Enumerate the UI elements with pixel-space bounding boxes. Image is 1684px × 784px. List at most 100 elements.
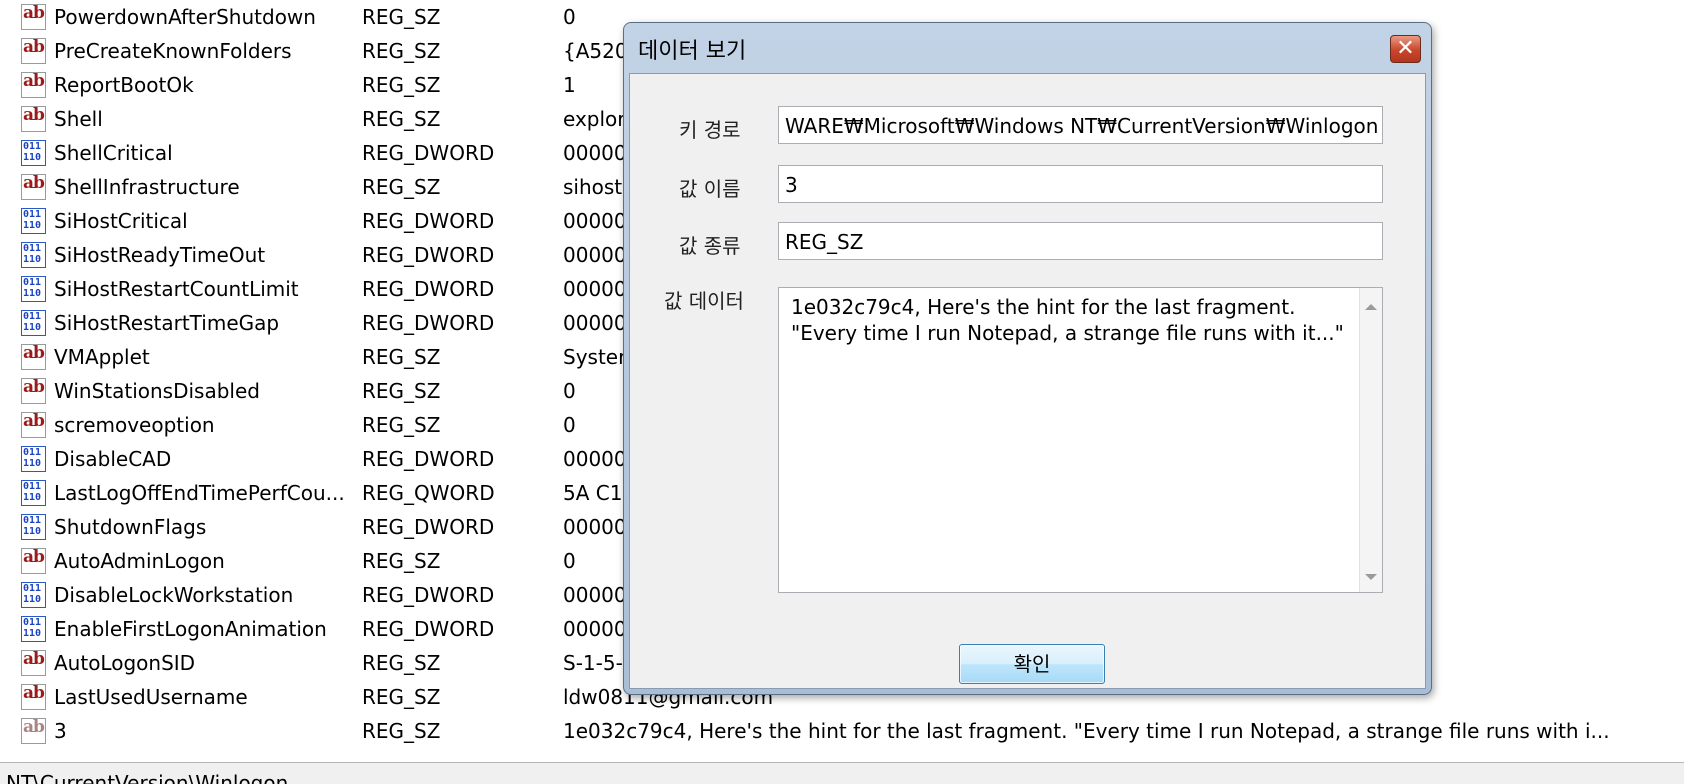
value-name: LastLogOffEndTimePerfCou... xyxy=(54,481,345,505)
string-icon: ab xyxy=(21,717,46,744)
value-type: REG_SZ xyxy=(362,107,441,131)
value-data-textarea[interactable]: 1e032c79c4, Here's the hint for the last… xyxy=(778,287,1383,593)
value-type: REG_DWORD xyxy=(362,277,495,301)
value-type: REG_SZ xyxy=(362,73,441,97)
view-data-dialog: 데이터 보기 ✕ 키 경로 WARE₩Microsoft₩Windows NT₩… xyxy=(623,22,1432,695)
value-data-scrollbar[interactable] xyxy=(1359,288,1382,592)
value-type: REG_DWORD xyxy=(362,617,495,641)
string-icon: ab xyxy=(21,683,46,710)
value-type-text: REG_SZ xyxy=(785,230,864,254)
value-data: 0 xyxy=(563,5,576,29)
value-data: sihost xyxy=(563,175,623,199)
dialog-body: 키 경로 WARE₩Microsoft₩Windows NT₩CurrentVe… xyxy=(629,73,1426,689)
value-data: 00000 xyxy=(563,311,627,335)
binary-icon: 011 110 xyxy=(21,242,46,268)
value-type: REG_DWORD xyxy=(362,243,495,267)
binary-icon: 011 110 xyxy=(21,582,46,608)
value-name: VMApplet xyxy=(54,345,150,369)
value-type: REG_SZ xyxy=(362,5,441,29)
string-icon: ab xyxy=(21,649,46,676)
value-type: REG_SZ xyxy=(362,685,441,709)
binary-icon: 011 110 xyxy=(21,276,46,302)
value-type: REG_QWORD xyxy=(362,481,495,505)
value-data: 00000 xyxy=(563,515,627,539)
value-type: REG_DWORD xyxy=(362,141,495,165)
dialog-titlebar[interactable]: 데이터 보기 ✕ xyxy=(624,23,1431,73)
screen: ab PowerdownAfterShutdown REG_SZ 0 ab PreCrea… xyxy=(0,0,1684,784)
value-name: WinStationsDisabled xyxy=(54,379,260,403)
value-type: REG_DWORD xyxy=(362,311,495,335)
value-name: ReportBootOk xyxy=(54,73,194,97)
value-name-field[interactable]: 3 xyxy=(778,165,1383,203)
value-name: DisableCAD xyxy=(54,447,172,471)
value-name: SiHostRestartTimeGap xyxy=(54,311,280,335)
value-data: 0 xyxy=(563,549,576,573)
value-type: REG_SZ xyxy=(362,39,441,63)
key-path-field[interactable]: WARE₩Microsoft₩Windows NT₩CurrentVersion… xyxy=(778,106,1383,144)
binary-icon: 011 110 xyxy=(21,208,46,234)
binary-icon: 011 110 xyxy=(21,616,46,642)
value-data: 0 xyxy=(563,413,576,437)
value-name: SiHostCritical xyxy=(54,209,188,233)
value-name: SiHostReadyTimeOut xyxy=(54,243,266,267)
status-bar: NT\CurrentVersion\Winlogon xyxy=(0,762,1684,784)
value-name: scremoveoption xyxy=(54,413,215,437)
value-type: REG_SZ xyxy=(362,379,441,403)
value-name: AutoLogonSID xyxy=(54,651,196,675)
value-name: ShellInfrastructure xyxy=(54,175,240,199)
binary-icon: 011 110 xyxy=(21,310,46,336)
string-icon: ab xyxy=(21,173,46,200)
value-type: REG_SZ xyxy=(362,549,441,573)
key-path-text: WARE₩Microsoft₩Windows NT₩CurrentVersion… xyxy=(785,114,1379,138)
value-type: REG_DWORD xyxy=(362,447,495,471)
string-icon: ab xyxy=(21,343,46,370)
string-icon: ab xyxy=(21,377,46,404)
value-data: 1e032c79c4, Here's the hint for the last… xyxy=(563,719,1610,743)
value-type-label: 값 종류 xyxy=(679,234,741,258)
close-icon: ✕ xyxy=(1396,36,1415,61)
value-type: REG_SZ xyxy=(362,345,441,369)
value-data: 00000 xyxy=(563,617,627,641)
value-name: DisableLockWorkstation xyxy=(54,583,294,607)
value-data: {A520 xyxy=(563,39,628,63)
value-type-field[interactable]: REG_SZ xyxy=(778,222,1383,260)
value-data: 00000 xyxy=(563,583,627,607)
value-name: PowerdownAfterShutdown xyxy=(54,5,316,29)
string-icon: ab xyxy=(21,105,46,132)
value-name: LastUsedUsername xyxy=(54,685,248,709)
value-name-label: 값 이름 xyxy=(679,177,741,201)
registry-row[interactable]: ab 3 REG_SZ 1e032c79c4, Here's the hint for… xyxy=(0,716,1684,750)
scroll-down-arrow-icon[interactable] xyxy=(1365,574,1377,580)
string-icon: ab xyxy=(21,37,46,64)
ok-button[interactable]: 확인 xyxy=(959,644,1105,684)
value-data: 00000 xyxy=(563,447,627,471)
value-data: 00000 xyxy=(563,243,627,267)
value-name: SiHostRestartCountLimit xyxy=(54,277,299,301)
binary-icon: 011 110 xyxy=(21,480,46,506)
value-data: explor xyxy=(563,107,626,131)
value-type: REG_SZ xyxy=(362,651,441,675)
value-type: REG_SZ xyxy=(362,413,441,437)
value-type: REG_DWORD xyxy=(362,583,495,607)
value-name: Shell xyxy=(54,107,103,131)
binary-icon: 011 110 xyxy=(21,446,46,472)
binary-icon: 011 110 xyxy=(21,140,46,166)
value-type: REG_DWORD xyxy=(362,209,495,233)
value-type: REG_SZ xyxy=(362,175,441,199)
string-icon: ab xyxy=(21,547,46,574)
value-data-text: 1e032c79c4, Here's the hint for the last… xyxy=(791,295,1344,345)
scroll-up-arrow-icon[interactable] xyxy=(1365,304,1377,310)
binary-icon: 011 110 xyxy=(21,514,46,540)
value-data-label: 값 데이터 xyxy=(664,289,744,313)
value-name: AutoAdminLogon xyxy=(54,549,225,573)
value-data: 5A C1 xyxy=(563,481,623,505)
value-name: 3 xyxy=(54,719,67,743)
status-path: NT\CurrentVersion\Winlogon xyxy=(6,771,289,784)
value-name: ShellCritical xyxy=(54,141,173,165)
close-button[interactable]: ✕ xyxy=(1390,35,1421,63)
value-type: REG_SZ xyxy=(362,719,441,743)
value-data: 0 xyxy=(563,379,576,403)
value-name: ShutdownFlags xyxy=(54,515,207,539)
value-name-text: 3 xyxy=(785,173,798,197)
value-data: Syster xyxy=(563,345,627,369)
